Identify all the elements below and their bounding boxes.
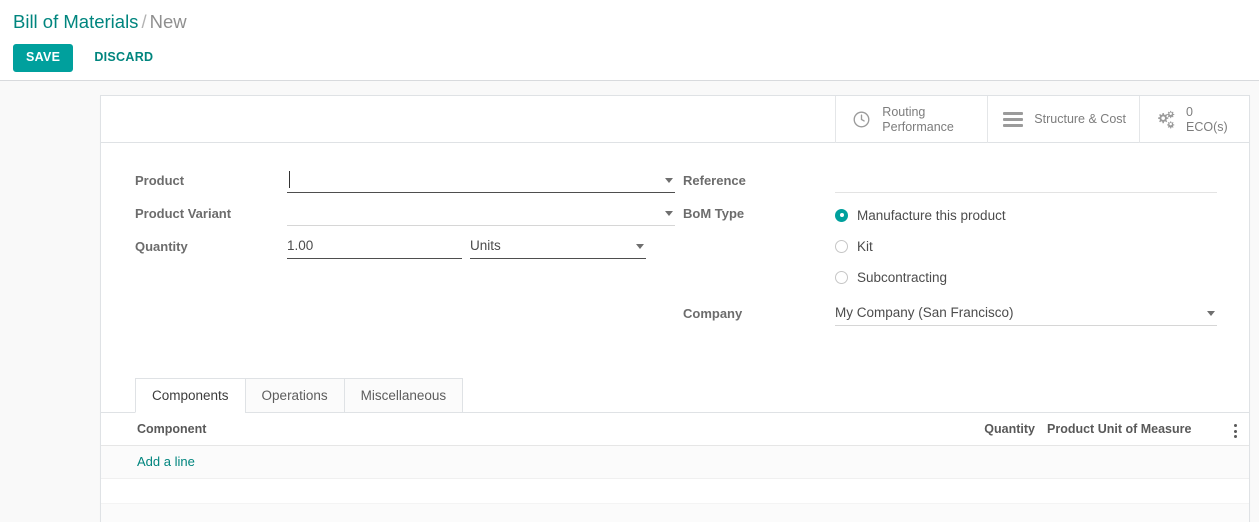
- cogs-icon: [1153, 109, 1177, 130]
- smart-button-structure-cost-text: Structure & Cost: [1034, 112, 1126, 127]
- bars-icon-glyph: [1003, 109, 1024, 130]
- chevron-down-icon[interactable]: [665, 211, 673, 216]
- quantity-row: 1.00 Units: [287, 235, 675, 259]
- field-row-company: Company My Company (San Francisco): [683, 302, 1217, 328]
- discard-button[interactable]: DISCARD: [81, 44, 166, 72]
- empty-row: [101, 503, 1249, 522]
- company-label: Company: [683, 306, 743, 321]
- field-row-bom-type: BoM Type Manufacture this product Kit Su…: [683, 202, 1217, 295]
- notebook-tabs: Components Operations Miscellaneous: [101, 378, 1249, 413]
- column-header-component[interactable]: Component: [101, 413, 951, 446]
- smart-button-routing-performance[interactable]: Routing Performance: [835, 96, 987, 143]
- bom-type-option-subcontracting-label: Subcontracting: [857, 269, 948, 285]
- form-column-right: Reference BoM Type Manufacture this prod…: [675, 169, 1217, 335]
- radio-unchecked-icon[interactable]: [835, 270, 848, 284]
- field-row-quantity: Quantity 1.00 Units: [135, 235, 675, 261]
- add-line-row[interactable]: Add a line: [101, 445, 1249, 479]
- save-button[interactable]: SAVE: [13, 44, 74, 72]
- bars-icon: [1001, 109, 1025, 130]
- smart-button-ecos-value: 0: [1186, 104, 1193, 119]
- tab-components[interactable]: Components: [135, 378, 246, 413]
- smart-button-ecos-label: ECO(s): [1186, 119, 1228, 134]
- column-header-quantity[interactable]: Quantity: [951, 413, 1041, 446]
- uom-value: Units: [470, 238, 501, 253]
- radio-unchecked-icon[interactable]: [835, 239, 848, 253]
- add-a-line-link[interactable]: Add a line: [137, 454, 195, 469]
- bom-type-option-manufacture[interactable]: Manufacture this product: [835, 202, 1217, 228]
- form-column-left: Product Product Variant Quantity 1.00 Un…: [133, 169, 675, 335]
- smart-button-ecos-text: 0 ECO(s): [1186, 105, 1228, 135]
- smart-button-structure-cost-label: Structure & Cost: [1034, 112, 1126, 126]
- quantity-field-wrapper: 1.00 Units: [287, 235, 675, 259]
- empty-row: [101, 478, 1249, 504]
- bom-type-label: BoM Type: [683, 206, 745, 221]
- smart-button-structure-cost[interactable]: Structure & Cost: [987, 96, 1139, 143]
- reference-label: Reference: [683, 173, 746, 188]
- product-variant-label: Product Variant: [135, 206, 232, 221]
- control-panel-buttons: SAVE DISCARD: [0, 34, 1259, 72]
- control-panel: Bill of Materials / New SAVE DISCARD: [0, 0, 1259, 81]
- components-list: Component Quantity Product Unit of Measu…: [101, 413, 1249, 522]
- field-row-product-variant: Product Variant: [135, 202, 675, 228]
- smart-button-box: Routing Performance Structure & Cost 0 E…: [101, 96, 1249, 143]
- bom-type-option-kit[interactable]: Kit: [835, 233, 1217, 259]
- company-input[interactable]: My Company (San Francisco): [835, 302, 1217, 326]
- bom-type-option-subcontracting[interactable]: Subcontracting: [835, 264, 1217, 290]
- smart-button-ecos[interactable]: 0 ECO(s): [1139, 96, 1249, 143]
- bom-type-option-manufacture-label: Manufacture this product: [857, 207, 1006, 223]
- add-line-cell: Add a line: [101, 445, 1249, 479]
- breadcrumb: Bill of Materials / New: [0, 6, 1259, 34]
- vertical-ellipsis-icon[interactable]: [1228, 420, 1243, 441]
- chevron-down-icon[interactable]: [636, 244, 644, 249]
- components-list-header: Component Quantity Product Unit of Measu…: [101, 413, 1249, 446]
- smart-button-routing-performance-label: Routing Performance: [882, 104, 954, 134]
- product-input[interactable]: [287, 169, 675, 193]
- radio-checked-icon[interactable]: [835, 208, 848, 222]
- product-field-wrapper: [287, 169, 675, 193]
- product-label: Product: [135, 173, 185, 188]
- components-list-header-row: Component Quantity Product Unit of Measu…: [101, 413, 1249, 446]
- product-variant-field-wrapper: [287, 202, 675, 226]
- form-body: Product Product Variant Quantity 1.00 Un…: [101, 143, 1249, 335]
- company-value: My Company (San Francisco): [835, 305, 1014, 320]
- smart-button-routing-performance-text: Routing Performance: [882, 105, 974, 135]
- reference-field-wrapper: [835, 169, 1217, 193]
- text-cursor: [289, 171, 291, 188]
- form-sheet: Routing Performance Structure & Cost 0 E…: [100, 95, 1250, 522]
- tab-miscellaneous[interactable]: Miscellaneous: [343, 378, 464, 413]
- form-view-background: Routing Performance Structure & Cost 0 E…: [0, 81, 1259, 522]
- breadcrumb-current: New: [149, 11, 187, 32]
- breadcrumb-root-link[interactable]: Bill of Materials: [13, 11, 138, 32]
- notebook: Components Operations Miscellaneous Comp…: [101, 378, 1249, 522]
- chevron-down-icon[interactable]: [1207, 311, 1215, 316]
- bom-type-radio-group: Manufacture this product Kit Subcontract…: [835, 202, 1217, 295]
- quantity-input[interactable]: 1.00: [287, 235, 462, 259]
- reference-input[interactable]: [835, 169, 1217, 193]
- breadcrumb-separator: /: [141, 11, 147, 32]
- product-variant-input[interactable]: [287, 202, 675, 226]
- field-row-product: Product: [135, 169, 675, 195]
- chevron-down-icon[interactable]: [665, 178, 673, 183]
- uom-input[interactable]: Units: [470, 235, 646, 259]
- column-header-uom[interactable]: Product Unit of Measure: [1041, 413, 1221, 446]
- bom-type-option-kit-label: Kit: [857, 238, 873, 254]
- clock-icon: [849, 110, 873, 129]
- components-list-body: Add a line: [101, 445, 1249, 522]
- optional-columns-dropdown[interactable]: [1221, 413, 1249, 446]
- tab-operations[interactable]: Operations: [244, 378, 345, 413]
- company-field-wrapper: My Company (San Francisco): [835, 302, 1217, 326]
- field-row-reference: Reference: [683, 169, 1217, 195]
- quantity-label: Quantity: [135, 239, 188, 254]
- form-columns: Product Product Variant Quantity 1.00 Un…: [133, 169, 1217, 335]
